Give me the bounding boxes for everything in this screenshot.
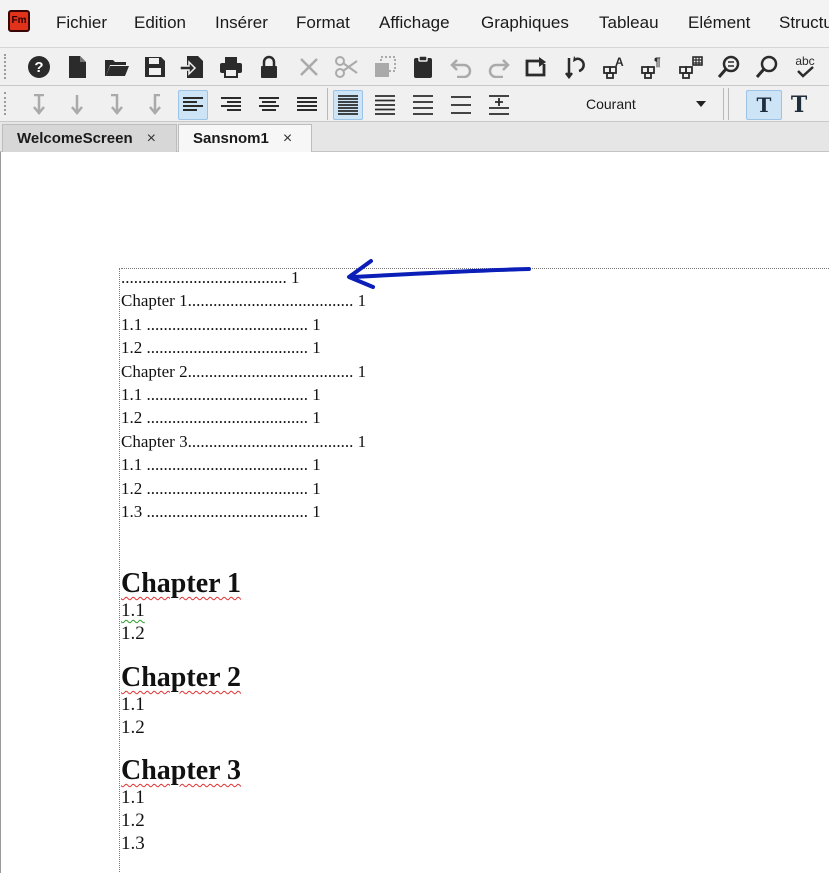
- toolbar-separator: [728, 88, 729, 120]
- cut-icon[interactable]: [332, 52, 362, 82]
- toc-entry[interactable]: ....................................... …: [121, 266, 366, 289]
- menu-fichier[interactable]: Fichier: [56, 13, 107, 33]
- redo-icon[interactable]: [484, 52, 514, 82]
- svg-text:abc: abc: [795, 54, 814, 68]
- paragraph-format-dropdown[interactable]: Courant: [578, 90, 720, 118]
- menu-format[interactable]: Format: [296, 13, 350, 33]
- tab-sansnom1[interactable]: Sansnom1 ×: [178, 124, 312, 152]
- rotate-icon[interactable]: [562, 52, 592, 82]
- toc-entry[interactable]: 1.2 ....................................…: [121, 477, 366, 500]
- import-icon[interactable]: [177, 52, 207, 82]
- section-heading[interactable]: 1.1: [121, 599, 241, 622]
- paragraph-format-value: Courant: [586, 96, 636, 112]
- chevron-down-icon: [696, 101, 706, 107]
- chapter-heading[interactable]: Chapter 1: [121, 569, 241, 599]
- tab-label: WelcomeScreen: [17, 130, 133, 147]
- section-heading[interactable]: 1.3: [121, 832, 241, 855]
- app-logo-icon[interactable]: Fm: [8, 10, 30, 32]
- zoom-icon[interactable]: [752, 52, 782, 82]
- menu-graphiques[interactable]: Graphiques: [481, 13, 569, 33]
- menu-element[interactable]: Elément: [688, 13, 750, 33]
- annotation-arrow-icon: [347, 259, 531, 289]
- character-catalog-icon[interactable]: A: [600, 52, 630, 82]
- svg-text:?: ?: [34, 59, 43, 76]
- chapter-heading[interactable]: Chapter 2: [121, 663, 241, 693]
- save-icon[interactable]: [140, 52, 170, 82]
- formatting-toolbar: Courant T T: [0, 86, 829, 122]
- paragraph-catalog-icon[interactable]: ¶: [638, 52, 668, 82]
- document-canvas[interactable]: ....................................... …: [0, 152, 829, 873]
- open-folder-icon[interactable]: [102, 52, 132, 82]
- toc-entry[interactable]: 1.1 ....................................…: [121, 383, 366, 406]
- chapter-section: Chapter 3 1.1 1.2 1.3: [121, 756, 241, 855]
- svg-text:A: A: [615, 55, 624, 69]
- spacing-adjust-icon[interactable]: [484, 90, 514, 120]
- svg-text:¶: ¶: [654, 55, 661, 69]
- chapter-section: Chapter 1 1.1 1.2: [121, 569, 241, 645]
- menu-tableau[interactable]: Tableau: [599, 13, 659, 33]
- close-icon[interactable]: ×: [147, 130, 156, 148]
- align-left-icon[interactable]: [178, 90, 208, 120]
- custom-spacing-icon[interactable]: [446, 90, 476, 120]
- section-heading[interactable]: 1.1: [121, 693, 241, 716]
- close-icon[interactable]: [294, 52, 324, 82]
- lock-icon[interactable]: [254, 52, 284, 82]
- help-icon[interactable]: ?: [24, 52, 54, 82]
- single-spacing-icon[interactable]: [333, 90, 363, 120]
- copy-icon[interactable]: [370, 52, 400, 82]
- document-tabs: WelcomeScreen × Sansnom1 ×: [0, 122, 829, 152]
- close-icon[interactable]: ×: [283, 130, 292, 148]
- menu-bar: Fm Fichier Edition Insérer Format Affich…: [0, 0, 829, 48]
- toc-entry[interactable]: 1.2 ....................................…: [121, 336, 366, 359]
- spelling-checker-icon[interactable]: abc: [790, 52, 820, 82]
- arrow-down-icon[interactable]: [62, 90, 92, 120]
- section-heading[interactable]: 1.2: [121, 716, 241, 739]
- menu-edition[interactable]: Edition: [134, 13, 186, 33]
- toolbar-grip[interactable]: [4, 92, 10, 115]
- one-half-spacing-icon[interactable]: [370, 90, 400, 120]
- print-icon[interactable]: [216, 52, 246, 82]
- chapter-heading[interactable]: Chapter 3: [121, 756, 241, 786]
- double-spacing-icon[interactable]: [408, 90, 438, 120]
- section-heading[interactable]: 1.1: [121, 786, 241, 809]
- tab-welcomescreen[interactable]: WelcomeScreen ×: [2, 124, 177, 152]
- table-of-contents[interactable]: ....................................... …: [121, 266, 366, 523]
- toc-entry[interactable]: 1.2 ....................................…: [121, 406, 366, 429]
- toc-entry[interactable]: 1.3 ....................................…: [121, 500, 366, 523]
- new-document-icon[interactable]: [62, 52, 92, 82]
- toolbar-separator: [327, 88, 328, 120]
- text-style-glyph: T: [756, 93, 772, 117]
- toolbar-grip[interactable]: [4, 54, 10, 79]
- menu-inserer[interactable]: Insérer: [215, 13, 268, 33]
- repeat-icon[interactable]: [522, 52, 552, 82]
- align-center-icon[interactable]: [254, 90, 284, 120]
- promote-icon[interactable]: [140, 90, 170, 120]
- bold-text-icon[interactable]: T: [784, 90, 814, 120]
- text-style-icon[interactable]: T: [746, 90, 782, 120]
- demote-icon[interactable]: [101, 90, 131, 120]
- toc-entry[interactable]: Chapter 3...............................…: [121, 430, 366, 453]
- toc-entry[interactable]: 1.1 ....................................…: [121, 313, 366, 336]
- undo-icon[interactable]: [446, 52, 476, 82]
- text-frame-border: [119, 268, 120, 873]
- toc-entry[interactable]: Chapter 2...............................…: [121, 360, 366, 383]
- table-catalog-icon[interactable]: [676, 52, 706, 82]
- toolbar-separator: [723, 88, 724, 120]
- section-heading[interactable]: 1.2: [121, 622, 241, 645]
- menu-structure[interactable]: Structure: [779, 13, 829, 33]
- tab-label: Sansnom1: [193, 130, 269, 147]
- find-replace-icon[interactable]: [714, 52, 744, 82]
- align-right-icon[interactable]: [216, 90, 246, 120]
- toc-entry[interactable]: 1.1 ....................................…: [121, 453, 366, 476]
- standard-toolbar: ? A ¶ abc: [0, 48, 829, 86]
- toc-entry[interactable]: Chapter 1...............................…: [121, 289, 366, 312]
- move-down-icon[interactable]: [24, 90, 54, 120]
- paste-icon[interactable]: [408, 52, 438, 82]
- menu-affichage[interactable]: Affichage: [379, 13, 450, 33]
- section-heading[interactable]: 1.2: [121, 809, 241, 832]
- justify-icon[interactable]: [292, 90, 322, 120]
- bold-text-glyph: T: [790, 92, 808, 118]
- chapter-section: Chapter 2 1.1 1.2: [121, 663, 241, 739]
